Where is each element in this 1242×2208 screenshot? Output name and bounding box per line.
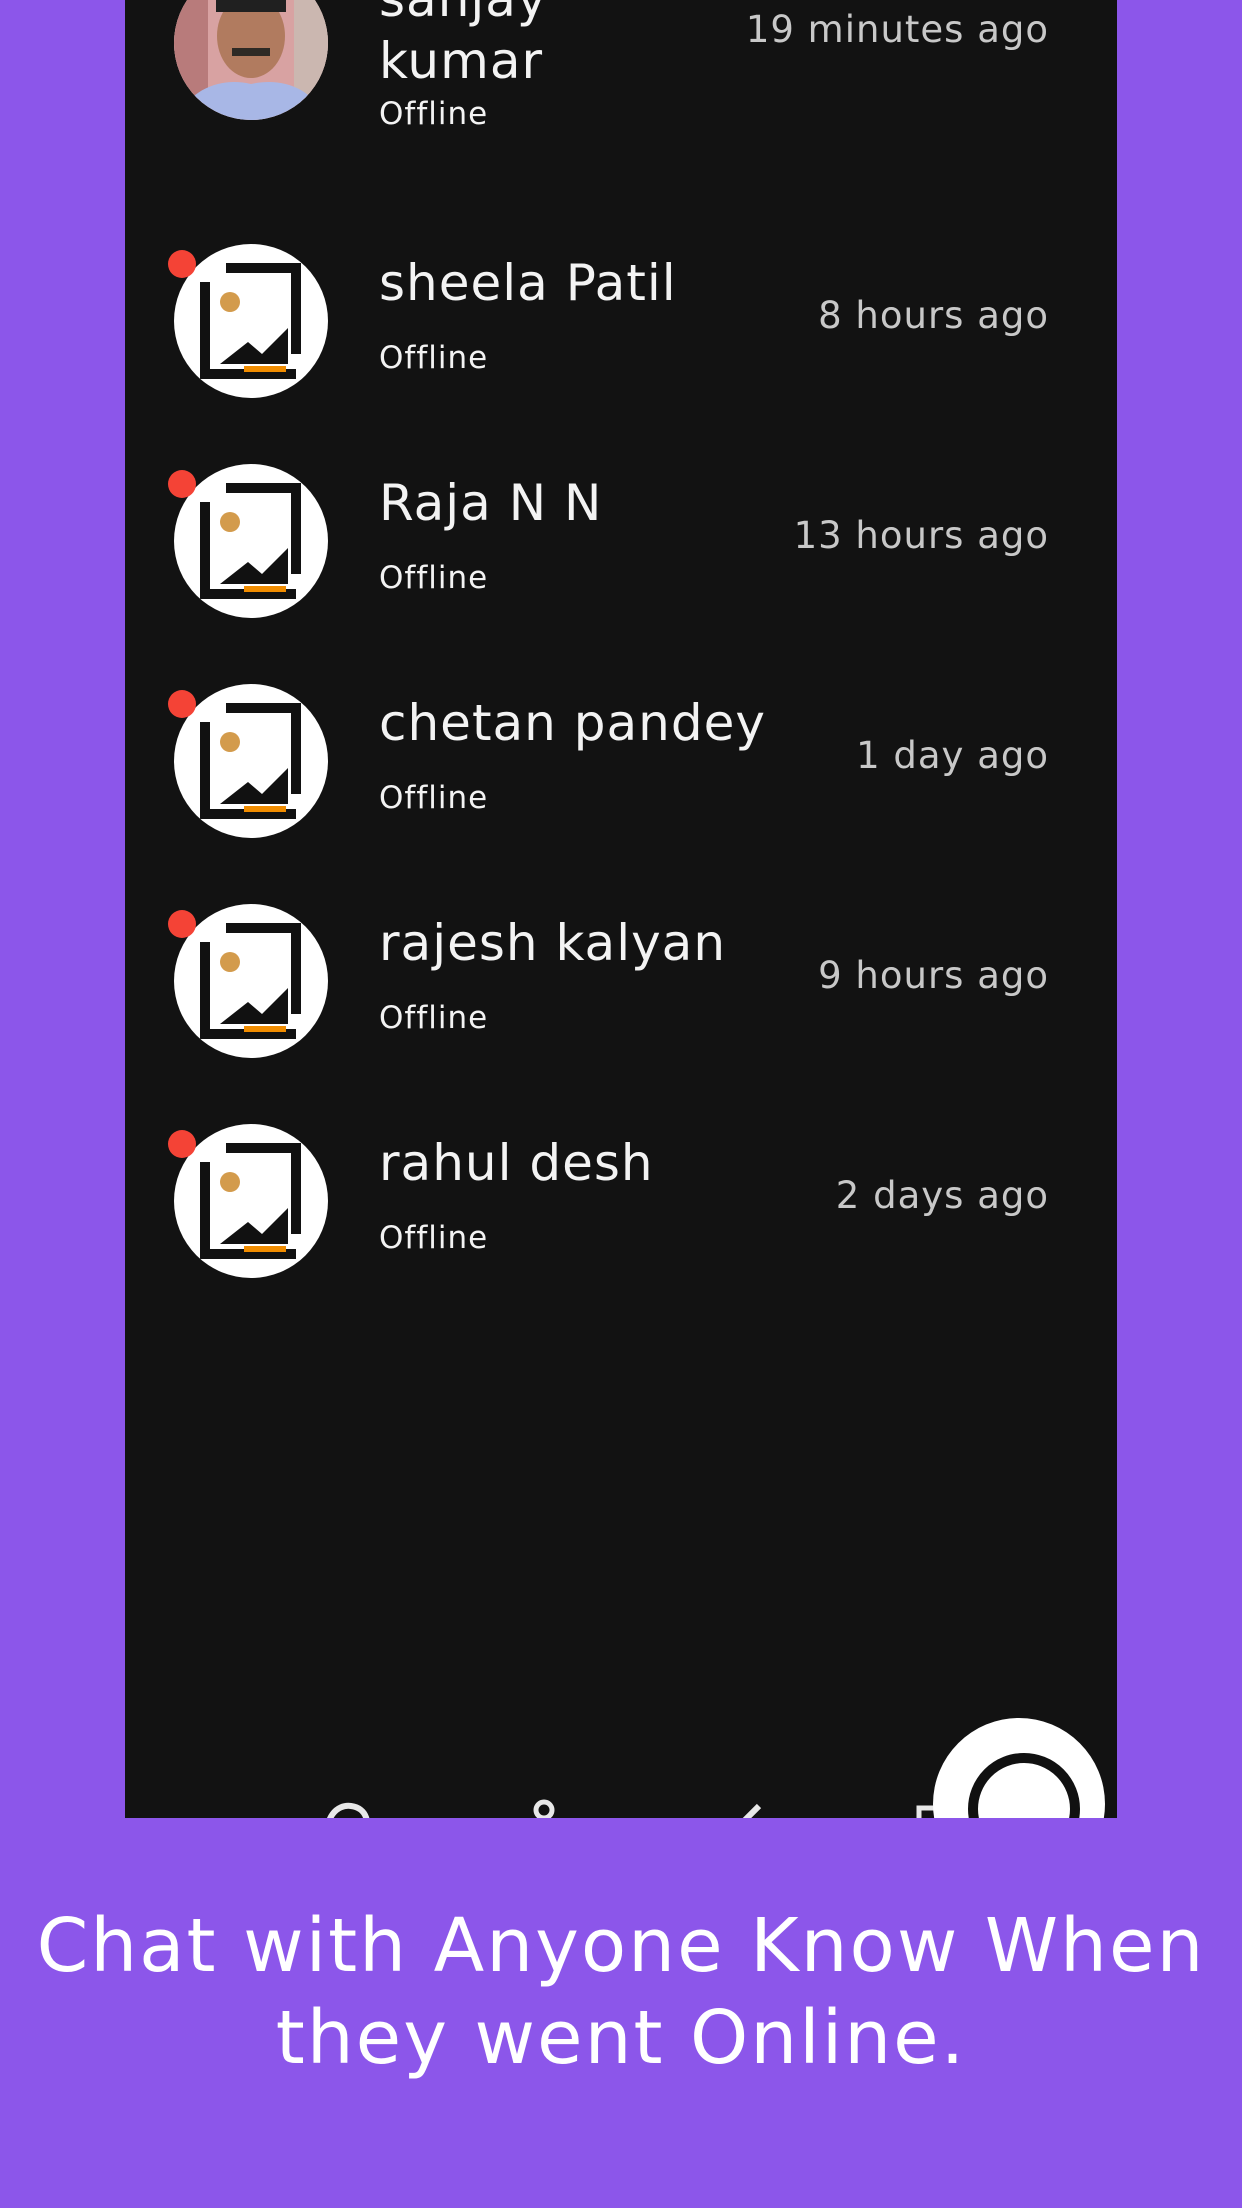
new-chat-button[interactable] xyxy=(933,1718,1105,1818)
contact-avatar xyxy=(174,244,328,398)
contact-name: Raja N N xyxy=(379,474,603,532)
contact-row[interactable]: chetan pandey Offline 1 day ago xyxy=(125,670,1117,890)
contact-avatar xyxy=(174,904,328,1058)
contact-row[interactable]: rahul desh Offline 2 days ago xyxy=(125,1110,1117,1330)
contact-name: sheela Patil xyxy=(379,254,677,312)
contact-avatar xyxy=(174,684,328,838)
contact-avatar xyxy=(174,1124,328,1278)
person-photo-icon xyxy=(174,0,328,120)
status-dot xyxy=(168,1130,196,1158)
image-placeholder-icon xyxy=(200,1143,301,1259)
contact-status: Offline xyxy=(379,1000,489,1036)
contact-row[interactable]: Raja N N Offline 13 hours ago xyxy=(125,450,1117,670)
contact-row[interactable]: rajesh kalyan Offline 9 hours ago xyxy=(125,890,1117,1110)
chat-bubble-icon xyxy=(968,1753,1080,1818)
last-seen-time: 13 hours ago xyxy=(793,514,1049,557)
contact-name: chetan pandey xyxy=(379,694,766,752)
status-dot xyxy=(168,470,196,498)
person-icon[interactable] xyxy=(515,1796,573,1818)
edit-icon[interactable] xyxy=(711,1796,769,1818)
contact-name: sanjay kumar xyxy=(379,0,547,90)
status-dot xyxy=(168,250,196,278)
status-dot xyxy=(168,910,196,938)
chat-icon[interactable] xyxy=(317,1796,375,1818)
contact-status: Offline xyxy=(379,560,489,596)
status-dot xyxy=(168,690,196,718)
contact-row[interactable]: sanjay kumar Offline 19 minutes ago xyxy=(125,0,1117,200)
contact-status: Offline xyxy=(379,780,489,816)
image-placeholder-icon xyxy=(200,923,301,1039)
contact-status: Offline xyxy=(379,340,489,376)
contact-status: Offline xyxy=(379,96,489,132)
contact-avatar xyxy=(174,0,328,120)
contact-avatar xyxy=(174,464,328,618)
last-seen-time: 1 day ago xyxy=(856,734,1049,777)
contact-row[interactable]: sheela Patil Offline 8 hours ago xyxy=(125,230,1117,450)
last-seen-time: 8 hours ago xyxy=(818,294,1049,337)
image-placeholder-icon xyxy=(200,263,301,379)
phone-screen: sanjay kumar Offline 19 minutes ago shee… xyxy=(125,0,1117,1818)
contact-name: rajesh kalyan xyxy=(379,914,727,972)
image-placeholder-icon xyxy=(200,483,301,599)
last-seen-time: 19 minutes ago xyxy=(745,8,1049,51)
last-seen-time: 2 days ago xyxy=(835,1174,1049,1217)
contact-status: Offline xyxy=(379,1220,489,1256)
last-seen-time: 9 hours ago xyxy=(818,954,1049,997)
contact-name: rahul desh xyxy=(379,1134,654,1192)
promo-caption: Chat with Anyone Know When they went Onl… xyxy=(36,1903,1206,2081)
image-placeholder-icon xyxy=(200,703,301,819)
